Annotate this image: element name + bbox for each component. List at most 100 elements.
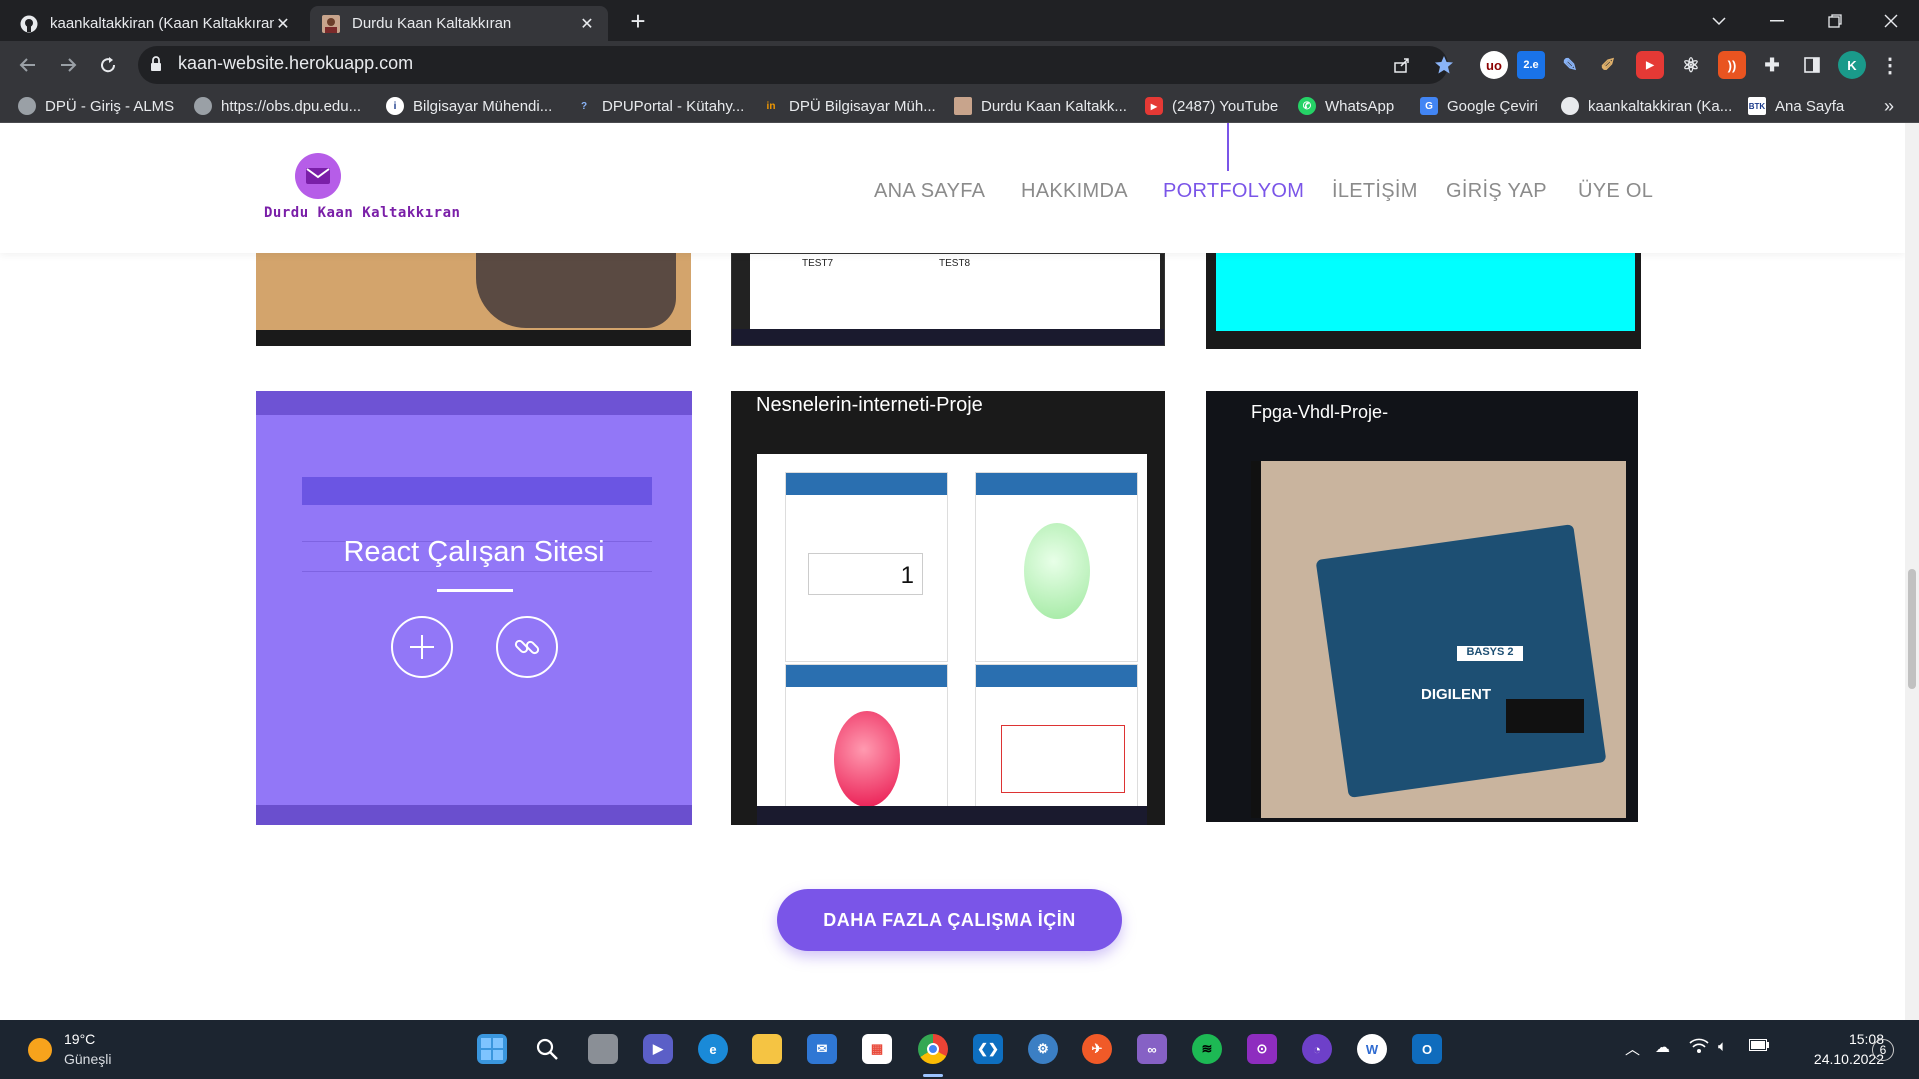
card-screenshot: 1 (757, 454, 1147, 809)
side-panel-icon[interactable] (1798, 51, 1826, 79)
web-page: TEST7 TEST8 Durdu Kaan Kaltakkıran ANA S… (0, 123, 1905, 1020)
weather-temperature[interactable]: 19°C (64, 1031, 95, 1047)
rss-icon[interactable]: )) (1718, 51, 1746, 79)
portfolio-card-fpga[interactable]: Fpga-Vhdl-Proje- BASYS 2 DIGILENT (1206, 391, 1638, 822)
logo-text[interactable]: Durdu Kaan Kaltakkıran (264, 205, 460, 221)
clock-date[interactable]: 24.10.2022 (1790, 1051, 1884, 1067)
lock-icon[interactable] (150, 56, 162, 77)
task-view-icon[interactable] (588, 1034, 618, 1064)
visual-studio-icon[interactable]: ∞ (1137, 1034, 1167, 1064)
extensions-puzzle-icon[interactable]: ✚ (1758, 51, 1786, 79)
card-screenshot-taskbar (732, 329, 1164, 345)
bookmark-star-icon[interactable] (1430, 51, 1458, 79)
tab-portfolio[interactable]: Durdu Kaan Kaltakkıran ✕ (310, 6, 608, 41)
card-screenshot: BASYS 2 DIGILENT (1251, 461, 1626, 818)
tab-github[interactable]: kaankaltakkiran (Kaan Kaltakkıran) ✕ (8, 6, 304, 41)
weather-description[interactable]: Güneşli (64, 1051, 111, 1067)
bookmark-item[interactable]: in DPÜ Bilgisayar Müh... (762, 95, 936, 117)
file-explorer-icon[interactable] (752, 1034, 782, 1064)
portfolio-card-partial[interactable] (1206, 253, 1641, 349)
bookmark-label: WhatsApp (1325, 97, 1395, 115)
tools-icon[interactable]: ✎ (1556, 51, 1584, 79)
bookmark-item[interactable]: G Google Çeviri (1420, 95, 1538, 117)
portfolio-card-iot[interactable]: Nesnelerin-interneti-Proje 1 (731, 391, 1165, 825)
card-hover-overlay (256, 391, 692, 825)
more-work-button[interactable]: DAHA FAZLA ÇALIŞMA İÇİN (777, 889, 1122, 951)
edge-icon[interactable]: e (698, 1034, 728, 1064)
portfolio-card-partial[interactable] (256, 253, 691, 346)
scrollbar-thumb[interactable] (1908, 569, 1916, 689)
site-header: Durdu Kaan Kaltakkıran ANA SAYFA HAKKIMD… (0, 123, 1905, 253)
mail-icon[interactable]: ✉ (807, 1034, 837, 1064)
bookmark-item[interactable]: kaankaltakkiran (Ka... (1561, 95, 1732, 117)
bookmarks-overflow-button[interactable]: » (1884, 95, 1894, 117)
portfolio-card-react[interactable]: React Çalışan Sitesi (256, 391, 692, 825)
bookmark-item[interactable]: BTK Ana Sayfa (1748, 95, 1844, 117)
nav-portfolio[interactable]: PORTFOLYOM (1163, 180, 1304, 203)
nav-home[interactable]: ANA SAYFA (874, 180, 985, 203)
battery-icon[interactable] (1749, 1038, 1769, 1055)
bookmark-item[interactable]: ? DPUPortal - Kütahy... (575, 95, 744, 117)
nav-register[interactable]: ÜYE OL (1578, 180, 1653, 203)
search-icon[interactable] (532, 1034, 562, 1064)
bookmark-item[interactable]: DPÜ - Giriş - ALMS (18, 95, 174, 117)
wifi-icon[interactable] (1689, 1038, 1709, 1058)
bookmark-label: (2487) YouTube (1172, 97, 1279, 115)
bookmark-item[interactable]: ▶ (2487) YouTube (1145, 95, 1278, 117)
nav-contact[interactable]: İLETİŞİM (1332, 180, 1418, 203)
word-app-icon[interactable]: W (1357, 1034, 1387, 1064)
close-tab-icon[interactable]: ✕ (578, 14, 596, 34)
btk-icon: BTK (1748, 97, 1766, 115)
notification-badge[interactable]: 6 (1872, 1039, 1894, 1061)
nav-login[interactable]: GİRİŞ YAP (1446, 180, 1547, 203)
github-icon (1561, 97, 1579, 115)
bookmark-item[interactable]: Durdu Kaan Kaltakk... (954, 95, 1127, 117)
profile-avatar[interactable]: K (1838, 51, 1866, 79)
react-devtools-icon[interactable]: ⚛ (1677, 51, 1705, 79)
tab-search-icon[interactable] (1690, 0, 1748, 41)
card-title: Nesnelerin-interneti-Proje (756, 394, 983, 416)
close-window-icon[interactable] (1862, 0, 1919, 41)
reload-icon[interactable] (94, 51, 122, 79)
chrome-icon[interactable] (918, 1034, 948, 1064)
cloud-offline-icon[interactable]: ☁ (1655, 1038, 1670, 1056)
tray-overflow-icon[interactable]: ︿ (1625, 1038, 1640, 1059)
github-desktop-icon[interactable]: ◔ (1302, 1034, 1332, 1064)
view-details-button[interactable] (391, 616, 453, 678)
portfolio-card-partial[interactable]: TEST7 TEST8 (731, 253, 1165, 346)
card-screenshot-taskbar (256, 330, 691, 346)
extension-2e-icon[interactable]: 2.e (1517, 51, 1545, 79)
volume-icon[interactable]: 🔈︎ (1718, 1038, 1727, 1055)
teams-chat-icon[interactable]: ▶ (643, 1034, 673, 1064)
minimize-icon[interactable] (1748, 0, 1806, 41)
vscode-icon[interactable]: ❮❯ (973, 1034, 1003, 1064)
restore-icon[interactable] (1806, 0, 1864, 41)
forward-icon[interactable] (54, 51, 82, 79)
start-icon[interactable] (477, 1034, 507, 1064)
store-icon[interactable]: ▦ (862, 1034, 892, 1064)
ide-icon[interactable]: ⊙ (1247, 1034, 1277, 1064)
open-link-button[interactable] (496, 616, 558, 678)
menu-dots-icon[interactable]: ⋮ (1876, 51, 1904, 79)
url-text[interactable]: kaan-website.herokuapp.com (178, 53, 413, 74)
bookmark-item[interactable]: i Bilgisayar Mühendi... (386, 95, 552, 117)
ublock-icon[interactable]: uo (1480, 51, 1508, 79)
sun-icon[interactable] (28, 1038, 52, 1062)
bookmark-label: Google Çeviri (1447, 97, 1538, 115)
spotify-icon[interactable]: ≋ (1192, 1034, 1222, 1064)
new-tab-button[interactable]: + (624, 8, 652, 36)
close-tab-icon[interactable]: ✕ (274, 14, 292, 34)
youtube-ext-icon[interactable]: ▶ (1636, 51, 1664, 79)
postman-icon[interactable]: ✈ (1082, 1034, 1112, 1064)
bookmark-item[interactable]: https://obs.dpu.edu... (194, 95, 361, 117)
logo-icon[interactable] (295, 153, 341, 199)
board-label: BASYS 2 (1457, 646, 1523, 661)
paint-icon[interactable]: ✐ (1594, 51, 1622, 79)
share-icon[interactable] (1388, 51, 1416, 79)
nav-about[interactable]: HAKKIMDA (1021, 180, 1128, 203)
network-app-icon[interactable]: ⚙ (1028, 1034, 1058, 1064)
page-scrollbar[interactable] (1905, 123, 1919, 1020)
back-icon[interactable] (14, 51, 42, 79)
outlook-icon[interactable]: O (1412, 1034, 1442, 1064)
bookmark-item[interactable]: ✆ WhatsApp (1298, 95, 1394, 117)
